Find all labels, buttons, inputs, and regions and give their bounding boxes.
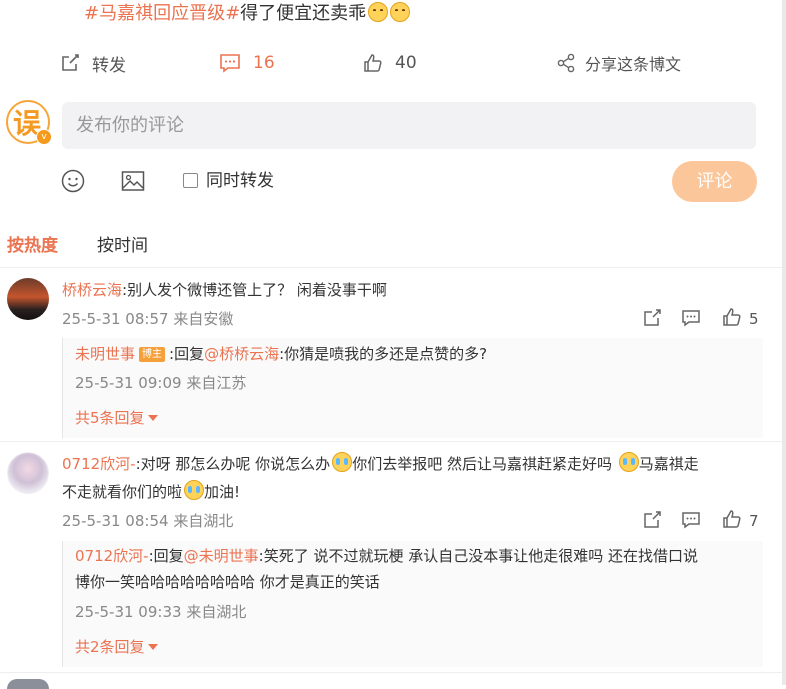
reply-location: 来自江苏 bbox=[186, 374, 247, 392]
reply-text-line2: 博你一笑哈哈哈哈哈哈哈哈 你才是真正的笑话 bbox=[75, 573, 380, 591]
repost-button[interactable]: 转发 bbox=[60, 50, 126, 76]
like-count: 40 bbox=[395, 53, 417, 73]
reply-prefix: :回复 bbox=[169, 345, 205, 363]
like-button[interactable]: 40 bbox=[363, 50, 417, 76]
comment-like-count: 5 bbox=[749, 310, 759, 328]
verified-badge-icon: v bbox=[36, 129, 52, 145]
like-icon[interactable] bbox=[722, 509, 742, 529]
comment-body-4: 不走就看你们的啦 bbox=[62, 483, 183, 501]
repost-label: 转发 bbox=[92, 55, 126, 76]
reply-text: 0712欣河-:回复@未明世事:笑死了 说不过就玩梗 承认自己没本事让他走很难吗… bbox=[75, 543, 698, 569]
reply-location: 来自湖北 bbox=[186, 603, 247, 621]
share-label: 分享这条博文 bbox=[585, 55, 682, 74]
comment-input[interactable] bbox=[62, 102, 756, 149]
cheering-emoji-icon bbox=[184, 480, 205, 500]
reply-icon[interactable] bbox=[681, 510, 701, 530]
crying-emoji-icon bbox=[332, 452, 353, 472]
reply-icon[interactable] bbox=[681, 308, 701, 328]
post-body: 得了便宜还卖乖 bbox=[240, 3, 367, 24]
comment-button[interactable]: 16 bbox=[219, 50, 275, 76]
avatar[interactable] bbox=[7, 452, 49, 494]
reply-meta: 25-5-31 09:09 来自江苏 bbox=[75, 373, 246, 393]
image-icon[interactable] bbox=[120, 168, 146, 194]
sync-repost-label[interactable]: 同时转发 bbox=[206, 168, 274, 194]
comment-icon bbox=[220, 54, 240, 73]
reply-username[interactable]: 未明世事 bbox=[75, 345, 135, 363]
comment-location: 来自安徽 bbox=[173, 310, 234, 328]
comment-body-5: 加油! bbox=[204, 483, 241, 501]
submit-comment-button[interactable]: 评论 bbox=[672, 161, 757, 202]
scrollbar[interactable] bbox=[782, 0, 786, 685]
more-replies-label: 共2条回复 bbox=[75, 638, 145, 656]
comment-text: 桥桥云海:别人发个微博还管上了？ 闲着没事干啊 bbox=[62, 277, 387, 303]
post-hashtag[interactable]: #马嘉祺回应晋级# bbox=[84, 3, 240, 24]
comment-text-line2: 不走就看你们的啦 加油! bbox=[62, 479, 240, 505]
tab-sort-time[interactable]: 按时间 bbox=[97, 233, 148, 259]
more-replies-label: 共5条回复 bbox=[75, 409, 145, 427]
comment-meta: 25-5-31 08:57 来自安徽 bbox=[62, 309, 233, 329]
reply-mention[interactable]: @桥桥云海 bbox=[204, 345, 279, 363]
comment-body: :别人发个微博还管上了？ 闲着没事干啊 bbox=[122, 281, 387, 299]
comment-username[interactable]: 桥桥云海 bbox=[62, 281, 122, 299]
reply-time: 25-5-31 09:09 bbox=[75, 374, 182, 392]
reply-body: :你猜是喷我的多还是点赞的多? bbox=[279, 345, 488, 363]
comment-like-count: 7 bbox=[749, 512, 759, 530]
reply-username[interactable]: 0712欣河- bbox=[75, 547, 149, 565]
reply-text: 未明世事 博主:回复@桥桥云海:你猜是喷我的多还是点赞的多? bbox=[75, 341, 487, 367]
smile-emoji-icon bbox=[390, 2, 411, 22]
smile-emoji-icon bbox=[368, 2, 389, 22]
flag-icon[interactable] bbox=[642, 510, 662, 530]
share-icon bbox=[557, 53, 575, 73]
caret-down-icon bbox=[147, 644, 158, 650]
like-icon bbox=[364, 54, 382, 72]
flag-icon[interactable] bbox=[642, 308, 662, 328]
comment-location: 来自湖北 bbox=[173, 512, 234, 530]
sync-repost-checkbox[interactable] bbox=[183, 173, 198, 188]
divider bbox=[0, 441, 786, 442]
avatar[interactable] bbox=[7, 278, 49, 320]
reply-meta: 25-5-31 09:33 来自湖北 bbox=[75, 602, 246, 622]
comment-body-1: :对呀 那怎么办呢 你说怎么办 bbox=[135, 455, 331, 473]
reply-mention[interactable]: @未明世事 bbox=[184, 547, 259, 565]
emoji-icon[interactable] bbox=[60, 168, 86, 194]
like-icon[interactable] bbox=[722, 307, 742, 327]
comment-username[interactable]: 0712欣河- bbox=[62, 455, 136, 473]
comment-body-2: 你们去举报吧 然后让马嘉祺赶紧走好吗 bbox=[352, 455, 612, 473]
comment-meta: 25-5-31 08:54 来自湖北 bbox=[62, 511, 233, 531]
tab-sort-hot[interactable]: 按热度 bbox=[7, 233, 58, 259]
reply-prefix: :回复 bbox=[148, 547, 184, 565]
avatar[interactable] bbox=[7, 679, 49, 689]
share-button[interactable]: 分享这条博文 bbox=[556, 50, 681, 76]
caret-down-icon bbox=[147, 415, 158, 421]
blogger-badge: 博主 bbox=[139, 347, 166, 362]
comment-text: 0712欣河-:对呀 那怎么办呢 你说怎么办 你们去举报吧 然后让马嘉祺赶紧走好吗… bbox=[62, 451, 699, 477]
more-replies-link[interactable]: 共5条回复 bbox=[75, 408, 158, 428]
repost-icon bbox=[62, 54, 79, 71]
reply-time: 25-5-31 09:33 bbox=[75, 603, 182, 621]
more-replies-link[interactable]: 共2条回复 bbox=[75, 637, 158, 657]
comment-body-3: 马嘉祺走 bbox=[638, 455, 699, 473]
post-text: #马嘉祺回应晋级#得了便宜还卖乖 bbox=[84, 2, 411, 26]
comment-count: 16 bbox=[253, 53, 275, 73]
reply-body-1: :笑死了 说不过就玩梗 承认自己没本事让他走很难吗 还在找借口说 bbox=[258, 547, 699, 565]
comment-time: 25-5-31 08:54 bbox=[62, 512, 169, 530]
crying-emoji-icon bbox=[618, 452, 639, 472]
divider bbox=[0, 267, 786, 268]
comment-time: 25-5-31 08:57 bbox=[62, 310, 169, 328]
divider bbox=[0, 672, 786, 673]
